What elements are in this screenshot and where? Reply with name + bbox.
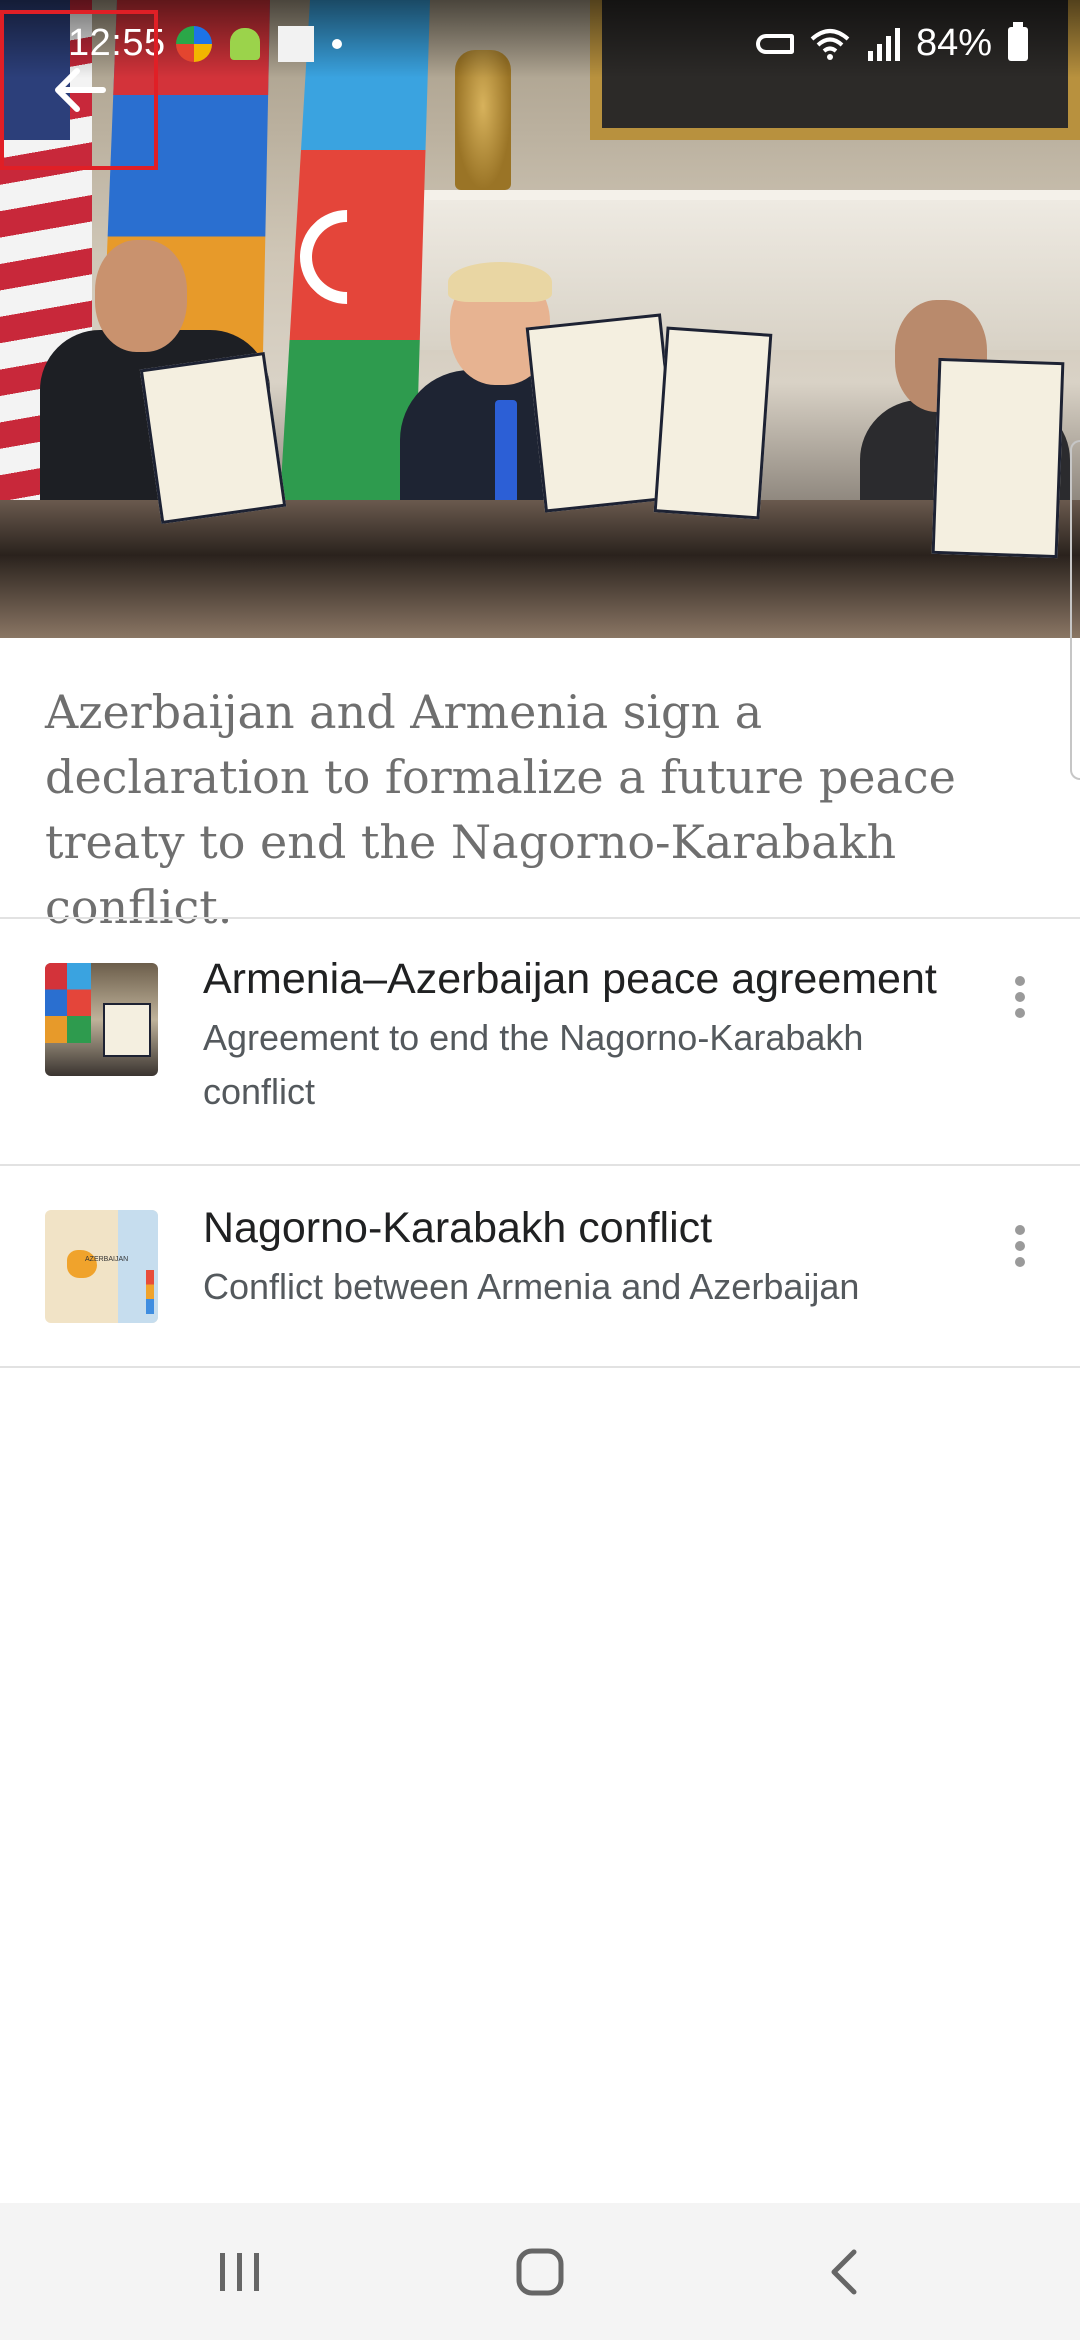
- recents-icon: [220, 2252, 259, 2291]
- item-subtitle: Conflict between Armenia and Azerbaijan: [203, 1266, 860, 1307]
- nav-back-button[interactable]: [764, 2203, 924, 2340]
- navigation-bar: [0, 2203, 1080, 2340]
- item-subtitle: Agreement to end the Nagorno-Karabakh co…: [203, 1017, 864, 1112]
- hero-image: [0, 0, 1080, 638]
- item-title: Armenia–Azerbaijan peace agreement: [203, 955, 937, 1003]
- square-notification-icon: [278, 26, 314, 62]
- list-item[interactable]: AZERBAIJAN Nagorno-Karabakh conflict Con…: [0, 1166, 1080, 1366]
- android-icon: [230, 28, 260, 60]
- battery-icon: [1008, 21, 1028, 61]
- divider: [0, 1366, 1080, 1368]
- status-bar: 12:55 84%: [0, 0, 1080, 78]
- map-label: AZERBAIJAN: [85, 1256, 129, 1263]
- more-options-icon[interactable]: [1000, 1216, 1040, 1276]
- battery-percent: 84%: [915, 22, 992, 64]
- signing-photo-thumbnail: [45, 963, 158, 1076]
- browser-icon: [176, 26, 212, 62]
- list-item[interactable]: Armenia–Azerbaijan peace agreement Agree…: [0, 919, 1080, 1164]
- recents-button[interactable]: [160, 2203, 320, 2340]
- wifi-icon: [810, 28, 850, 60]
- scroll-indicator: [1070, 440, 1080, 780]
- home-button[interactable]: [460, 2203, 620, 2340]
- item-title: Nagorno-Karabakh conflict: [203, 1204, 713, 1252]
- dot-icon: [332, 39, 342, 49]
- map-thumbnail: AZERBAIJAN: [45, 1210, 158, 1323]
- highlight-box: [0, 10, 158, 170]
- signal-icon: [867, 27, 900, 61]
- vpn-key-icon: [755, 33, 794, 54]
- screen: 12:55 84% Azerbaijan and Armenia sign a …: [0, 0, 1080, 2340]
- home-icon: [516, 2248, 564, 2295]
- more-options-icon[interactable]: [1000, 967, 1040, 1027]
- article-description: Azerbaijan and Armenia sign a declaratio…: [45, 685, 956, 934]
- chevron-left-icon: [831, 2249, 857, 2294]
